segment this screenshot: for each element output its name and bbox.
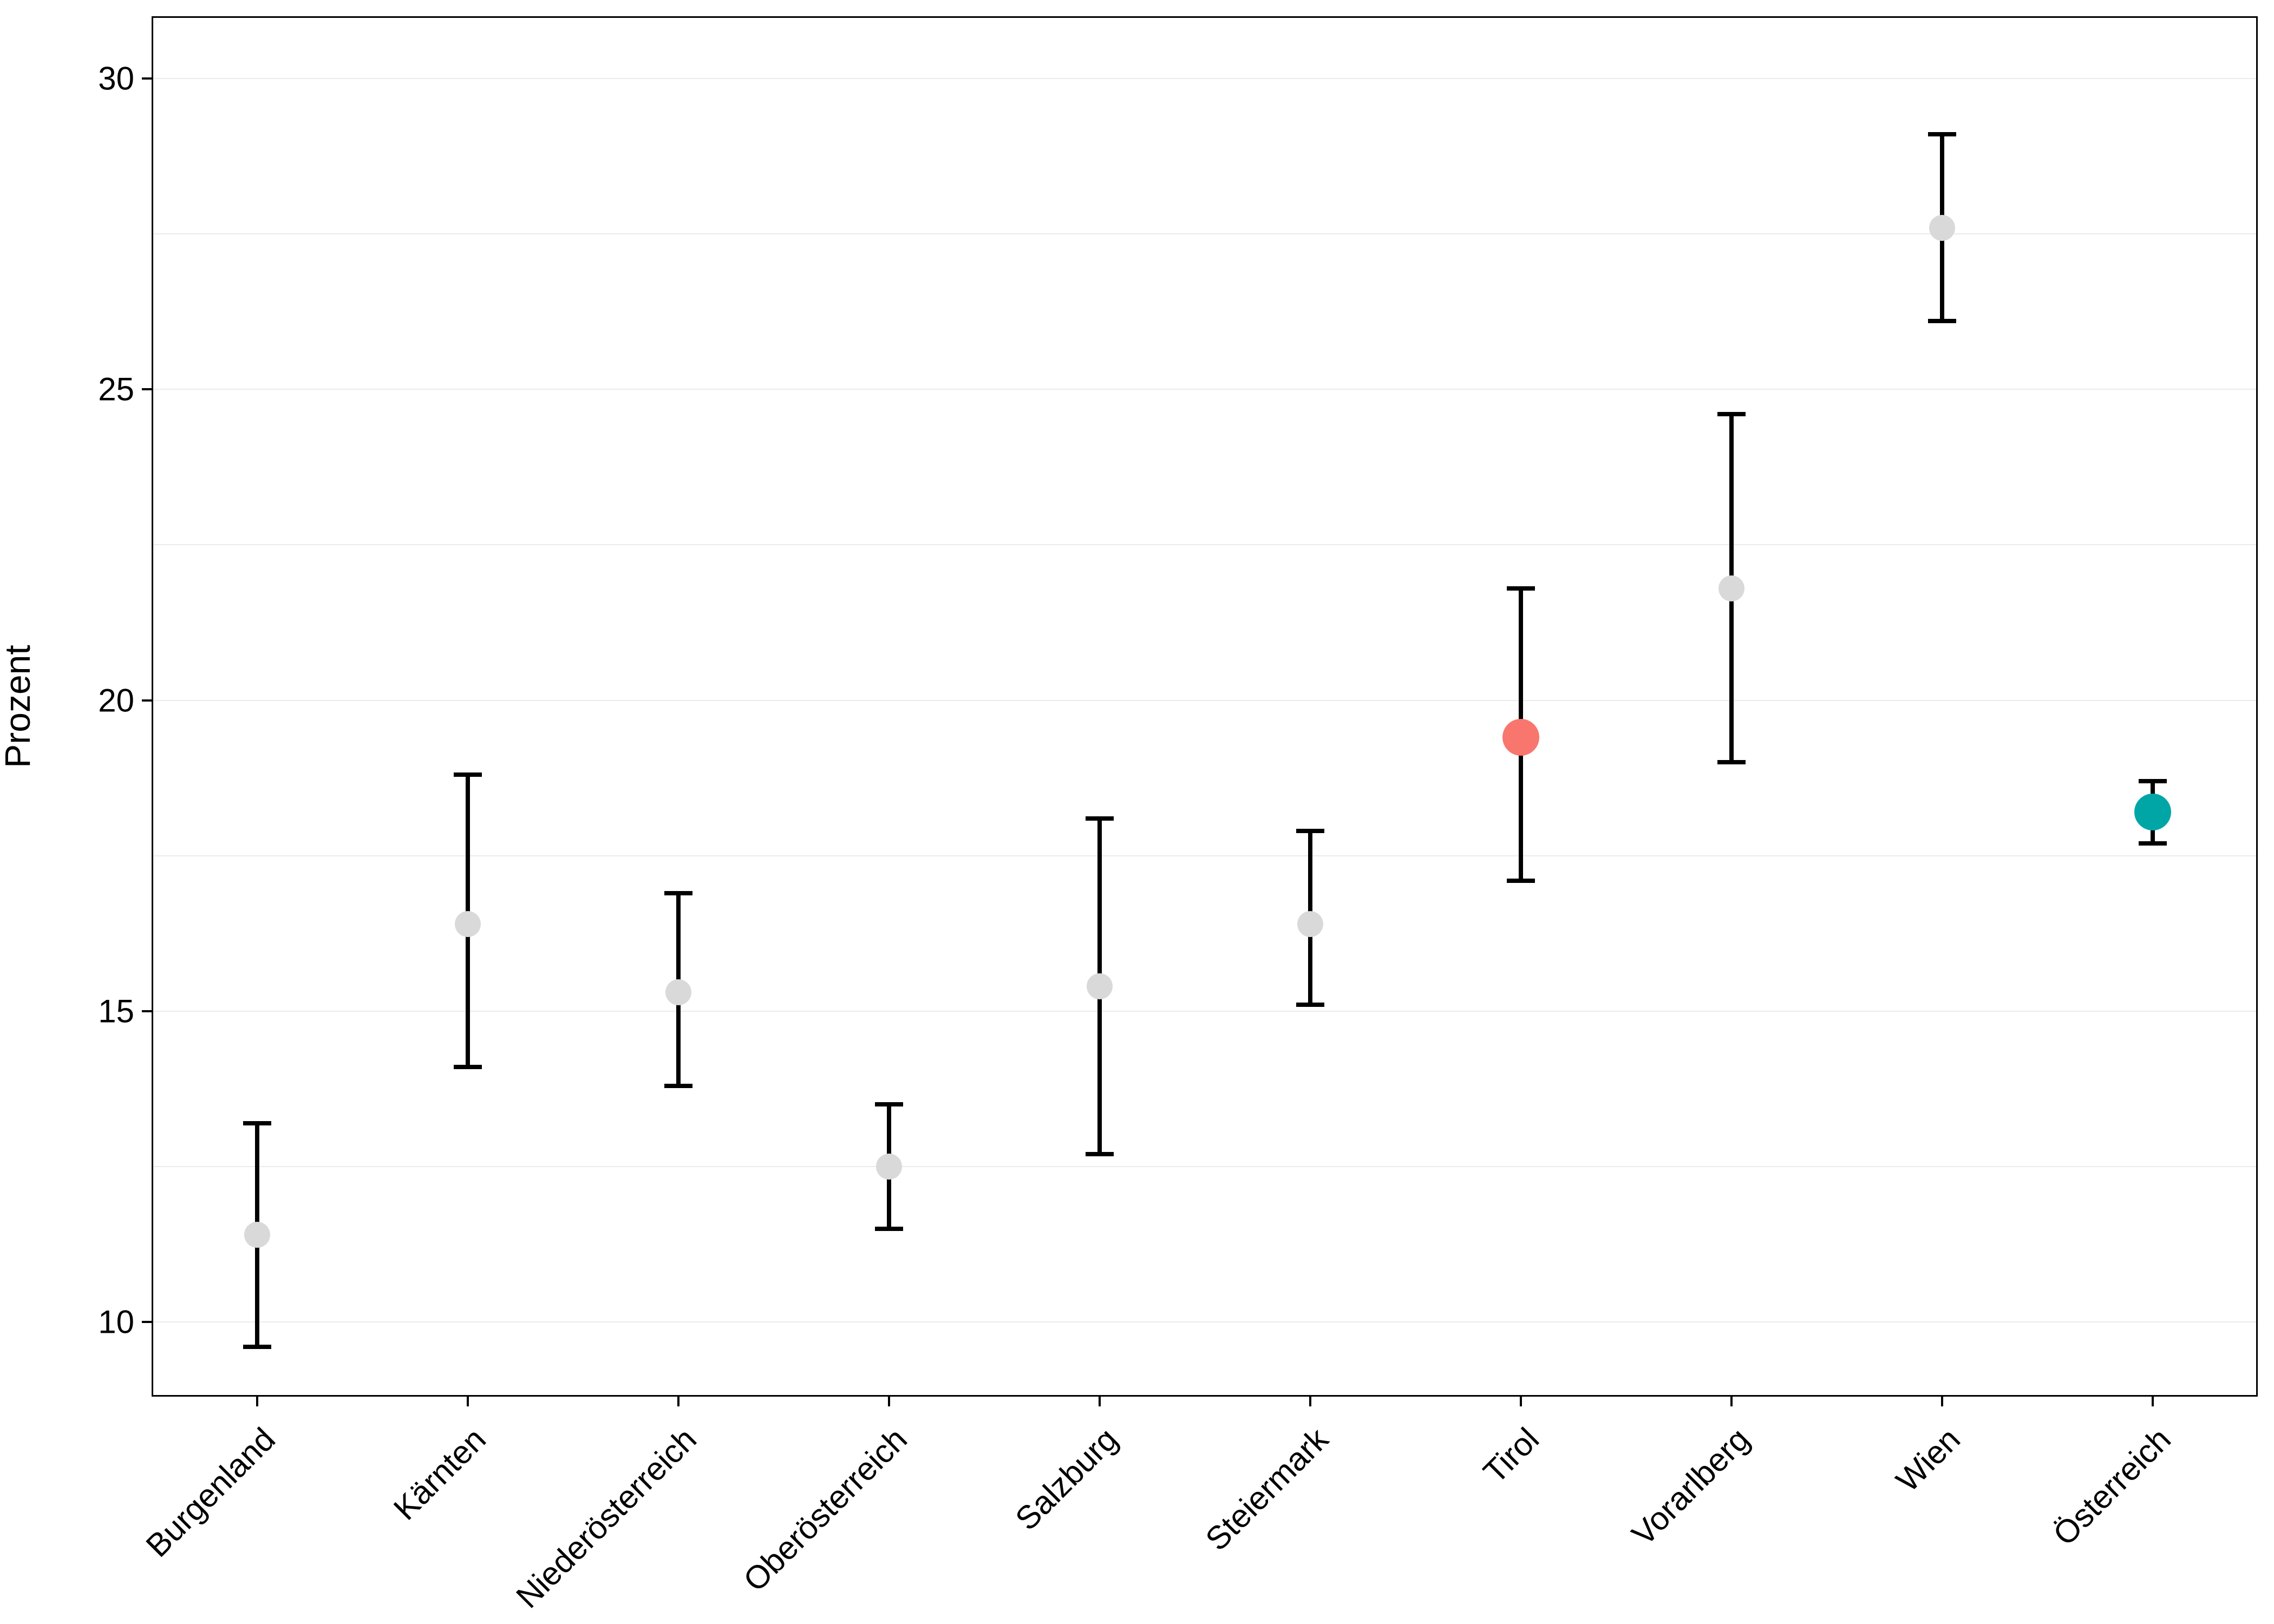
x-tick-label: Tirol	[1476, 1420, 1546, 1491]
x-tick-label: Österreich	[2046, 1420, 2178, 1553]
x-tick-label: Vorarlberg	[1624, 1420, 1757, 1553]
x-tick-mark	[677, 1397, 679, 1406]
x-tick-mark	[1730, 1397, 1733, 1406]
x-tick-mark	[467, 1397, 469, 1406]
x-tick-mark	[1309, 1397, 1311, 1406]
chart-panel-border	[152, 16, 2258, 1397]
chart-container: 10 15 20 25 30 Burgenland KärntenNiederösterr…	[0, 0, 2274, 1624]
y-tick-mark	[142, 77, 152, 80]
x-tick-label: Steiermark	[1198, 1420, 1335, 1558]
x-tick-mark	[2152, 1397, 2154, 1406]
y-tick-mark	[142, 1010, 152, 1012]
x-tick-label: Niederösterreich	[508, 1420, 703, 1615]
x-tick-label: Salzburg	[1008, 1420, 1125, 1537]
y-tick-label: 10	[98, 1304, 134, 1341]
y-tick-mark	[142, 1321, 152, 1323]
x-tick-label: Wien	[1889, 1420, 1967, 1499]
x-tick-mark	[888, 1397, 890, 1406]
x-tick-mark	[256, 1397, 258, 1406]
x-tick-label: Burgenland	[138, 1420, 282, 1564]
y-tick-mark	[142, 699, 152, 702]
x-tick-mark	[1941, 1397, 1943, 1406]
y-tick-label: 25	[98, 371, 134, 408]
y-tick-label: 15	[98, 992, 134, 1030]
x-tick-label: Oberösterreich	[736, 1420, 914, 1599]
x-tick-mark	[1520, 1397, 1522, 1406]
x-tick-mark	[1099, 1397, 1101, 1406]
y-tick-label: 30	[98, 60, 134, 97]
y-axis-title: Prozent	[0, 645, 38, 768]
y-tick-mark	[142, 388, 152, 390]
x-tick-label: Kärnten	[386, 1420, 493, 1527]
y-tick-label: 20	[98, 682, 134, 719]
